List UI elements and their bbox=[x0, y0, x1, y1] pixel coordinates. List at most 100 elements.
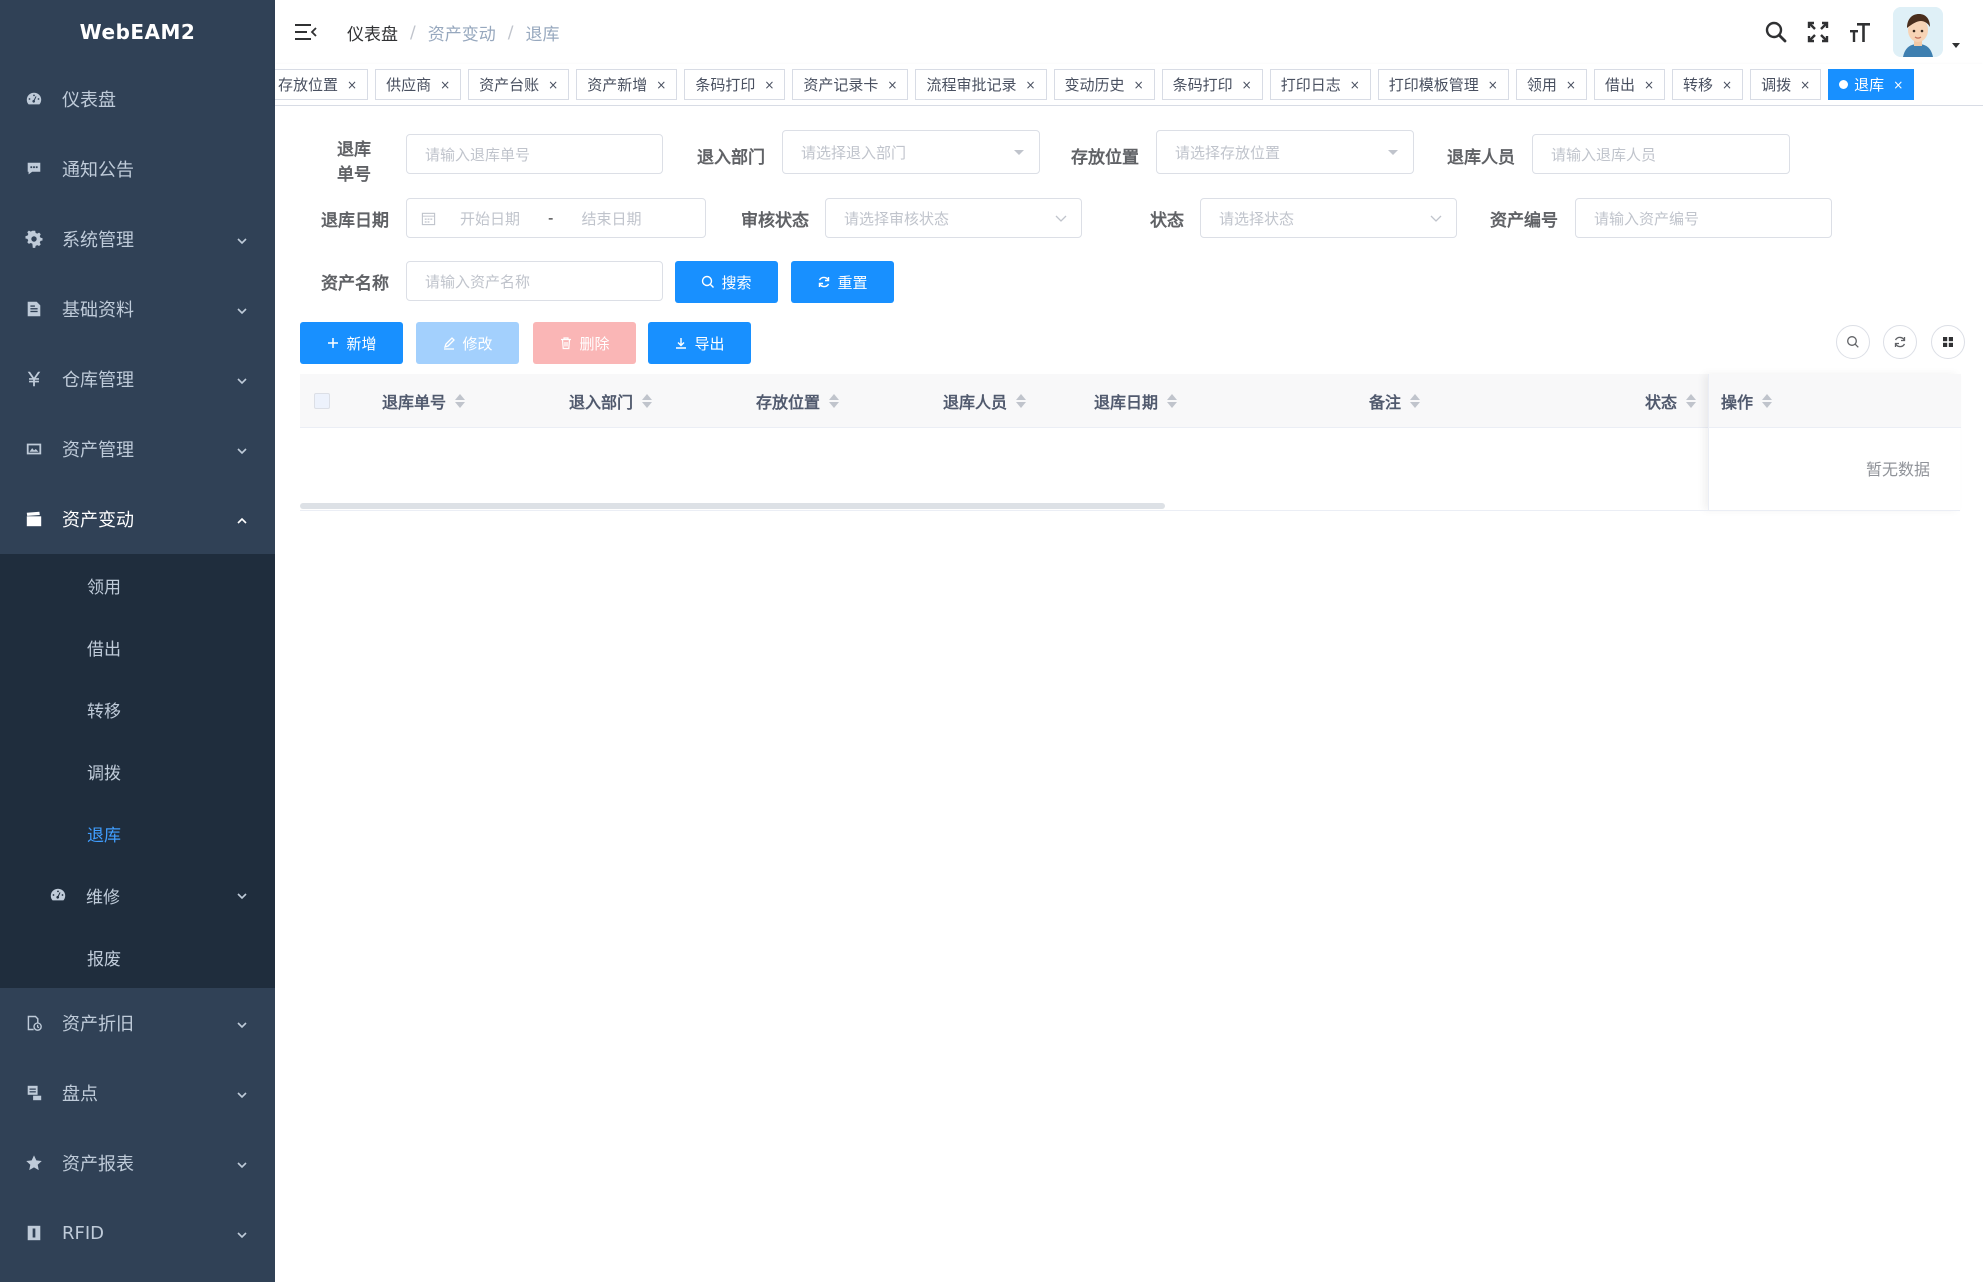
close-icon[interactable]: × bbox=[1893, 78, 1903, 92]
select-all-checkbox[interactable] bbox=[314, 393, 330, 409]
close-icon[interactable]: × bbox=[1350, 78, 1360, 92]
columns-toggle-button[interactable] bbox=[1931, 325, 1965, 359]
sidebar-item-depreciation[interactable]: 资产折旧 bbox=[0, 988, 275, 1058]
tag-11[interactable]: 领用 × bbox=[1515, 69, 1587, 100]
person-input[interactable]: 请输入退库人员 bbox=[1532, 134, 1790, 174]
sort-icon[interactable] bbox=[642, 393, 653, 409]
close-icon[interactable]: × bbox=[1488, 78, 1498, 92]
close-icon[interactable]: × bbox=[1644, 78, 1654, 92]
tag-0[interactable]: 存放位置 × bbox=[275, 69, 369, 100]
close-icon[interactable]: × bbox=[347, 78, 357, 92]
close-icon[interactable]: × bbox=[656, 78, 666, 92]
edit-button[interactable]: 修改 bbox=[416, 322, 519, 364]
asset-name-input[interactable]: 请输入资产名称 bbox=[406, 261, 663, 301]
tag-2[interactable]: 资产台账 × bbox=[468, 69, 570, 100]
sidebar-item-asset-management[interactable]: 资产管理 bbox=[0, 414, 275, 484]
date-range-picker[interactable]: 开始日期 - 结束日期 bbox=[406, 198, 706, 238]
dept-select[interactable]: 请选择退入部门 bbox=[782, 130, 1040, 174]
column-header-status[interactable]: 状态 bbox=[1645, 374, 1697, 428]
close-icon[interactable]: × bbox=[1242, 78, 1252, 92]
column-header-person[interactable]: 退库人员 bbox=[943, 374, 1027, 428]
sidebar-item-asset-change[interactable]: 资产变动 bbox=[0, 484, 275, 554]
sidebar-item-inventory[interactable]: 盘点 bbox=[0, 1058, 275, 1128]
column-header-actions[interactable]: 操作 bbox=[1721, 374, 1773, 428]
sidebar-item-system[interactable]: 系统管理 bbox=[0, 204, 275, 274]
font-size-icon[interactable] bbox=[1845, 17, 1875, 47]
sidebar-subitem-receive[interactable]: 领用 bbox=[0, 554, 275, 616]
delete-button[interactable]: 删除 bbox=[533, 322, 636, 364]
asset-code-input[interactable]: 请输入资产编号 bbox=[1575, 198, 1832, 238]
sidebar-item-dashboard[interactable]: 仪表盘 bbox=[0, 64, 275, 134]
hamburger-menu-icon[interactable] bbox=[295, 22, 317, 42]
reset-button[interactable]: 重置 bbox=[791, 261, 894, 303]
audit-status-select[interactable]: 请选择审核状态 bbox=[825, 198, 1082, 238]
search-icon[interactable] bbox=[1761, 17, 1791, 47]
tag-9[interactable]: 打印日志 × bbox=[1269, 69, 1371, 100]
sidebar-item-notice[interactable]: 通知公告 bbox=[0, 134, 275, 204]
sort-icon[interactable] bbox=[1016, 393, 1027, 409]
sort-icon[interactable] bbox=[1167, 393, 1178, 409]
sidebar-subitem-repair[interactable]: 维修 bbox=[0, 864, 275, 926]
close-icon[interactable]: × bbox=[440, 78, 450, 92]
tag-1[interactable]: 供应商 × bbox=[375, 69, 462, 100]
end-date-input[interactable]: 结束日期 bbox=[581, 208, 641, 229]
tag-3[interactable]: 资产新增 × bbox=[576, 69, 678, 100]
tag-10[interactable]: 打印模板管理 × bbox=[1377, 69, 1509, 100]
start-date-input[interactable]: 开始日期 bbox=[460, 208, 520, 229]
tag-15[interactable]: 退库 × bbox=[1828, 69, 1915, 100]
sidebar-item-warehouse[interactable]: 仓库管理 bbox=[0, 344, 275, 414]
toggle-search-button[interactable] bbox=[1836, 325, 1870, 359]
column-header-dept[interactable]: 退入部门 bbox=[569, 374, 653, 428]
search-icon bbox=[702, 275, 715, 288]
tag-13[interactable]: 转移 × bbox=[1672, 69, 1744, 100]
user-avatar[interactable] bbox=[1893, 7, 1943, 57]
breadcrumb-item[interactable]: 仪表盘 bbox=[347, 20, 398, 45]
tag-12[interactable]: 借出 × bbox=[1593, 69, 1666, 100]
asset-code-label: 资产编号 bbox=[1490, 211, 1558, 231]
location-select[interactable]: 请选择存放位置 bbox=[1156, 130, 1414, 174]
close-icon[interactable]: × bbox=[1134, 78, 1144, 92]
close-icon[interactable]: × bbox=[1025, 78, 1035, 92]
close-icon[interactable]: × bbox=[1566, 78, 1576, 92]
sort-icon[interactable] bbox=[1686, 393, 1697, 409]
column-header-return-no[interactable]: 退库单号 bbox=[382, 374, 466, 428]
close-icon[interactable]: × bbox=[887, 78, 897, 92]
horizontal-scrollbar[interactable] bbox=[300, 503, 1165, 509]
fullscreen-icon[interactable] bbox=[1803, 17, 1833, 47]
column-header-remark[interactable]: 备注 bbox=[1369, 374, 1421, 428]
column-header-location[interactable]: 存放位置 bbox=[756, 374, 840, 428]
tag-14[interactable]: 调拨 × bbox=[1750, 69, 1822, 100]
tag-8[interactable]: 条码打印 × bbox=[1161, 69, 1263, 100]
close-icon[interactable]: × bbox=[548, 78, 558, 92]
sidebar-item-rfid[interactable]: RFID bbox=[0, 1198, 275, 1268]
sort-icon[interactable] bbox=[455, 393, 466, 409]
close-icon[interactable]: × bbox=[764, 78, 774, 92]
tag-5[interactable]: 资产记录卡 × bbox=[792, 69, 909, 100]
export-button[interactable]: 导出 bbox=[648, 322, 751, 364]
sidebar-subitem-lend[interactable]: 借出 bbox=[0, 616, 275, 678]
sidebar-item-reports[interactable]: 资产报表 bbox=[0, 1128, 275, 1198]
sort-icon[interactable] bbox=[1762, 393, 1773, 409]
caret-down-icon[interactable] bbox=[1951, 40, 1961, 50]
tag-7[interactable]: 变动历史 × bbox=[1053, 69, 1155, 100]
sidebar-subitem-scrap[interactable]: 报废 bbox=[0, 926, 275, 988]
sidebar-subitem-return[interactable]: 退库 bbox=[0, 802, 275, 864]
sort-icon[interactable] bbox=[829, 393, 840, 409]
chevron-down-icon bbox=[1430, 215, 1442, 222]
return-no-input[interactable]: 请输入退库单号 bbox=[406, 134, 663, 174]
tag-6[interactable]: 流程审批记录 × bbox=[915, 69, 1047, 100]
search-button[interactable]: 搜索 bbox=[675, 261, 778, 303]
add-button[interactable]: 新增 bbox=[300, 322, 403, 364]
column-header-date[interactable]: 退库日期 bbox=[1094, 374, 1178, 428]
close-icon[interactable]: × bbox=[1800, 78, 1810, 92]
image-icon bbox=[24, 439, 44, 459]
tag-4[interactable]: 条码打印 × bbox=[684, 69, 786, 100]
sort-icon[interactable] bbox=[1410, 393, 1421, 409]
refresh-table-button[interactable] bbox=[1883, 325, 1917, 359]
status-select[interactable]: 请选择状态 bbox=[1200, 198, 1457, 238]
sidebar-subitem-allocate[interactable]: 调拨 bbox=[0, 740, 275, 802]
sidebar-item-basic-data[interactable]: 基础资料 bbox=[0, 274, 275, 344]
refresh-icon bbox=[1894, 336, 1906, 348]
close-icon[interactable]: × bbox=[1722, 78, 1732, 92]
sidebar-subitem-transfer[interactable]: 转移 bbox=[0, 678, 275, 740]
